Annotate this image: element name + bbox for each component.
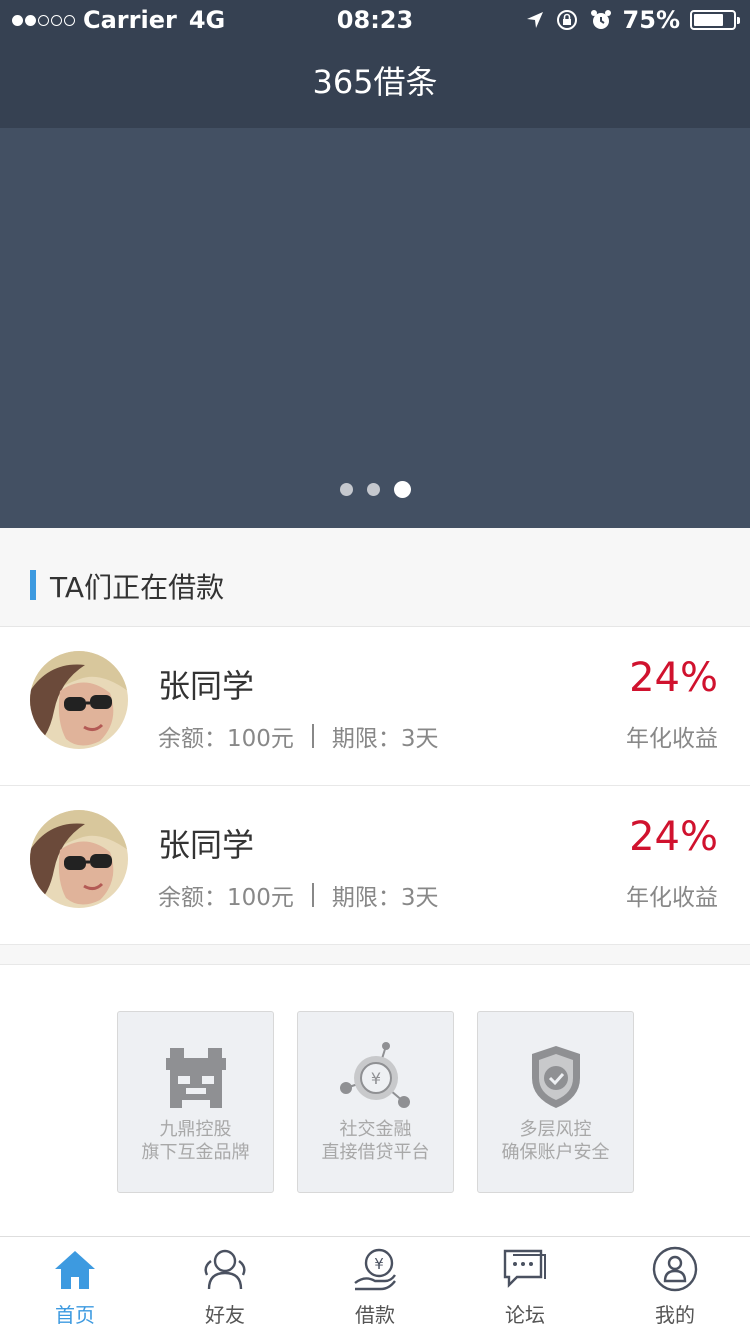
feature-card-security: 多层风控 确保账户安全: [477, 1011, 634, 1193]
feature-card-brand: 九鼎控股 旗下互金品牌: [117, 1011, 274, 1193]
feature-card-social: ¥ 社交金融 直接借贷平台: [297, 1011, 454, 1193]
annual-rate: 24%: [629, 655, 718, 701]
home-icon: [55, 1251, 95, 1289]
annual-rate-label: 年化收益: [626, 726, 718, 752]
avatar: [30, 810, 128, 908]
list-item[interactable]: 张同学 余额：100元 期限：3天 24% 年化收益: [0, 786, 750, 945]
section-accent-bar: [30, 570, 36, 600]
tab-label: 首页: [55, 1303, 95, 1327]
section-title: TA们正在借款: [50, 571, 225, 604]
nav-bar: 365借条: [0, 40, 750, 128]
borrower-name: 张同学: [158, 826, 255, 864]
building-icon: [166, 1048, 226, 1108]
tab-label: 好友: [205, 1303, 245, 1327]
orientation-lock-icon: [556, 10, 577, 30]
alarm-clock-icon: [590, 10, 611, 29]
banner-carousel[interactable]: [0, 128, 750, 528]
loan-balance: 余额：100元: [158, 726, 294, 752]
status-right: 75%: [525, 6, 740, 34]
carousel-dot[interactable]: [393, 481, 411, 498]
loan-list: 张同学 余额：100元 期限：3天 24% 年化收益 张同学 余额：100元 期…: [0, 626, 750, 945]
svg-text:¥: ¥: [371, 1069, 381, 1088]
loan-balance: 余额：100元: [158, 885, 294, 911]
loan-term: 期限：3天: [331, 885, 439, 911]
feature-subtitle: 旗下互金品牌: [141, 1142, 250, 1163]
loan-icon: ¥: [354, 1248, 396, 1291]
tab-profile[interactable]: 我的: [600, 1237, 750, 1334]
tab-label: 我的: [655, 1303, 695, 1327]
tab-friends[interactable]: 好友: [150, 1237, 300, 1334]
section-header: TA们正在借款: [0, 528, 750, 626]
list-item[interactable]: 张同学 余额：100元 期限：3天 24% 年化收益: [0, 627, 750, 786]
carousel-dot[interactable]: [339, 483, 353, 496]
battery-icon: [690, 10, 740, 30]
annual-rate-label: 年化收益: [626, 885, 718, 911]
status-bar: Carrier 4G 08:23 75%: [0, 0, 750, 40]
location-arrow-icon: [526, 12, 543, 28]
svg-text:¥: ¥: [374, 1255, 384, 1273]
borrower-name: 张同学: [158, 667, 255, 705]
loan-meta: 余额：100元 期限：3天: [158, 719, 439, 753]
page-title: 365借条: [312, 63, 438, 101]
loan-term: 期限：3天: [331, 726, 439, 752]
meta-divider: [311, 724, 314, 748]
forum-icon: [503, 1249, 546, 1288]
feature-subtitle: 确保账户安全: [501, 1142, 610, 1163]
profile-icon: [652, 1246, 698, 1292]
shield-icon: [532, 1046, 580, 1108]
battery-percent: 75%: [622, 6, 680, 34]
loan-meta: 余额：100元 期限：3天: [158, 878, 439, 912]
carousel-indicator[interactable]: [0, 481, 750, 498]
feature-title: 社交金融: [339, 1119, 412, 1140]
avatar: [30, 651, 128, 749]
network-yuan-icon: ¥: [340, 1042, 410, 1108]
feature-area: 九鼎控股 旗下互金品牌 ¥ 社交金融 直接借贷平台 多层风控 确保账户安全: [0, 964, 750, 1236]
tab-forum[interactable]: 论坛: [450, 1237, 600, 1334]
tab-label: 论坛: [505, 1303, 545, 1327]
meta-divider: [311, 883, 314, 907]
feature-text: 社交金融 直接借贷平台: [298, 1118, 453, 1164]
tab-label: 借款: [355, 1303, 395, 1327]
annual-rate: 24%: [629, 814, 718, 860]
feature-title: 多层风控: [519, 1119, 592, 1140]
tab-home[interactable]: 首页: [0, 1237, 150, 1334]
friends-icon: [204, 1249, 246, 1290]
feature-text: 九鼎控股 旗下互金品牌: [118, 1118, 273, 1164]
carousel-dot[interactable]: [366, 483, 380, 496]
tab-loan[interactable]: ¥ 借款: [300, 1237, 450, 1334]
feature-subtitle: 直接借贷平台: [321, 1142, 430, 1163]
feature-title: 九鼎控股: [159, 1119, 232, 1140]
tab-bar: 首页 好友 ¥ 借款 论坛 我的: [0, 1236, 750, 1334]
feature-text: 多层风控 确保账户安全: [478, 1118, 633, 1164]
